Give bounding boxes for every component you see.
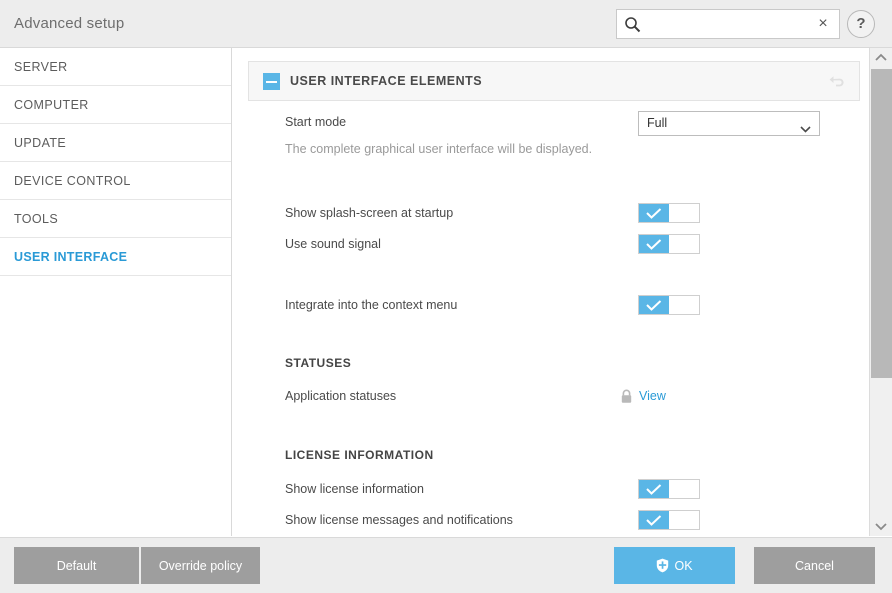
application-statuses-label: Application statuses — [285, 389, 396, 403]
check-icon — [646, 515, 662, 526]
toggle-knob — [639, 296, 669, 314]
sidebar-item-user-interface[interactable]: USER INTERFACE — [0, 238, 231, 276]
toggle-knob — [639, 511, 669, 529]
sidebar-item-label: SERVER — [14, 60, 68, 74]
clear-search-icon[interactable]: × — [813, 14, 833, 34]
override-policy-button[interactable]: Override policy — [141, 547, 260, 584]
start-mode-description: The complete graphical user interface wi… — [285, 142, 592, 156]
show-license-messages-toggle[interactable] — [638, 510, 700, 530]
sidebar-item-label: USER INTERFACE — [14, 250, 127, 264]
check-icon — [646, 208, 662, 219]
start-mode-label: Start mode — [285, 115, 346, 129]
integrate-context-menu-label: Integrate into the context menu — [285, 298, 457, 312]
ok-button[interactable]: OK — [614, 547, 735, 584]
license-information-heading: LICENSE INFORMATION — [285, 448, 434, 462]
search-icon — [624, 16, 641, 33]
check-icon — [646, 300, 662, 311]
toggle-knob — [639, 235, 669, 253]
help-button[interactable]: ? — [847, 10, 875, 38]
show-license-messages-label: Show license messages and notifications — [285, 513, 513, 527]
sidebar-item-label: UPDATE — [14, 136, 66, 150]
search-input[interactable] — [645, 10, 813, 38]
toggle-knob — [639, 480, 669, 498]
sidebar-item-device-control[interactable]: DEVICE CONTROL — [0, 162, 231, 200]
section-title: USER INTERFACE ELEMENTS — [290, 74, 482, 88]
sidebar-item-label: DEVICE CONTROL — [14, 174, 131, 188]
sidebar-item-update[interactable]: UPDATE — [0, 124, 231, 162]
ok-button-label: OK — [674, 559, 692, 573]
default-button[interactable]: Default — [14, 547, 139, 584]
check-icon — [646, 484, 662, 495]
start-mode-select[interactable]: Full — [638, 111, 820, 136]
settings-content: USER INTERFACE ELEMENTS Start mode Full — [233, 48, 868, 536]
sidebar-item-computer[interactable]: COMPUTER — [0, 86, 231, 124]
show-license-information-toggle[interactable] — [638, 479, 700, 499]
scrollbar-thumb[interactable] — [871, 69, 892, 378]
search-box[interactable]: × — [616, 9, 840, 39]
shield-icon — [656, 558, 669, 573]
statuses-heading: STATUSES — [285, 356, 351, 370]
minus-icon[interactable] — [263, 73, 280, 90]
use-sound-signal-label: Use sound signal — [285, 237, 381, 251]
lock-icon — [620, 389, 633, 404]
chevron-down-icon[interactable] — [870, 516, 892, 536]
advanced-setup-window: Advanced setup × ? SERVER COMPUTER UPDAT… — [0, 0, 892, 593]
integrate-context-menu-toggle[interactable] — [638, 295, 700, 315]
revert-icon[interactable] — [827, 72, 847, 92]
sidebar: SERVER COMPUTER UPDATE DEVICE CONTROL TO… — [0, 48, 232, 536]
application-statuses-view-link[interactable]: View — [639, 389, 666, 403]
chevron-up-icon[interactable] — [870, 48, 892, 68]
title-bar: Advanced setup × ? — [0, 0, 892, 48]
section-header-user-interface-elements: USER INTERFACE ELEMENTS — [248, 61, 860, 101]
check-icon — [646, 239, 662, 250]
toggle-knob — [639, 204, 669, 222]
sidebar-item-server[interactable]: SERVER — [0, 48, 231, 86]
show-splash-screen-toggle[interactable] — [638, 203, 700, 223]
cancel-button[interactable]: Cancel — [754, 547, 875, 584]
sidebar-item-label: TOOLS — [14, 212, 58, 226]
sidebar-item-tools[interactable]: TOOLS — [0, 200, 231, 238]
start-mode-value: Full — [647, 116, 667, 130]
chevron-down-icon — [800, 120, 811, 127]
use-sound-signal-toggle[interactable] — [638, 234, 700, 254]
sidebar-item-label: COMPUTER — [14, 98, 89, 112]
show-splash-screen-label: Show splash-screen at startup — [285, 206, 453, 220]
page-title: Advanced setup — [14, 15, 124, 32]
show-license-information-label: Show license information — [285, 482, 424, 496]
vertical-scrollbar[interactable] — [869, 48, 892, 536]
